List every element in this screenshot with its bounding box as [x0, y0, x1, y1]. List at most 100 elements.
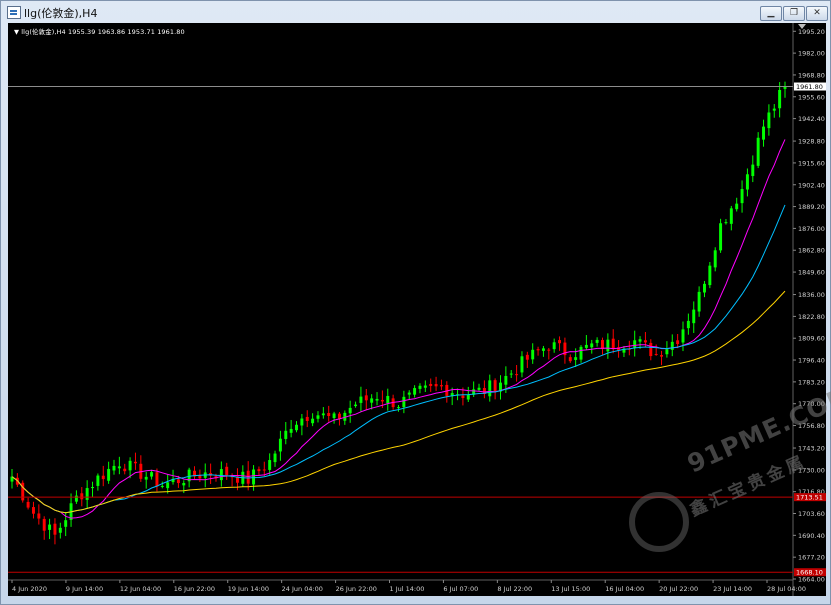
chart-info-line: ▼ llg(伦敦金),H4 1955.39 1963.86 1953.71 19…: [14, 26, 185, 36]
price-tick-label: 1796.40: [798, 357, 825, 365]
candle-bull: [531, 349, 535, 360]
candle-bull: [278, 438, 282, 452]
candle-bull: [268, 460, 272, 470]
moving-average-line: [11, 204, 786, 514]
candle-bull: [252, 469, 256, 485]
close-button[interactable]: ✕: [806, 6, 828, 21]
candle-bull: [418, 385, 422, 389]
candle-bear: [380, 399, 384, 402]
candle-bull: [670, 341, 674, 350]
time-tick-label: 16 Jun 22:00: [174, 585, 215, 593]
candle-bull: [316, 415, 320, 419]
candle-bull: [166, 482, 170, 489]
time-tick-label: 26 Jun 22:00: [336, 585, 377, 593]
candle-bear: [42, 518, 46, 531]
candle-bear: [31, 507, 35, 514]
candle-bull: [423, 385, 427, 388]
candle-bull: [300, 418, 304, 426]
candle-bull: [735, 203, 739, 210]
price-tick-label: 1849.60: [798, 269, 825, 277]
time-tick-label: 1 Jul 14:00: [390, 585, 425, 593]
candle-bear: [611, 338, 615, 350]
candle-bull: [745, 174, 749, 190]
candle-bull: [590, 343, 594, 348]
price-chart[interactable]: 1995.20 1982.00 1968.80 1955.60 1942.40 1928.…: [8, 23, 826, 596]
candle-bear: [262, 469, 266, 471]
candle-bear: [493, 380, 497, 392]
price-tick-label: 1982.00: [798, 50, 825, 58]
current-price-label: 1961.80: [796, 83, 823, 91]
price-tick-label: 1770.00: [798, 400, 825, 408]
candle-bear: [649, 342, 653, 357]
candle-bear: [568, 357, 572, 362]
chart-menu-triangle-icon[interactable]: ▼: [14, 28, 19, 36]
chart-shift-marker-icon[interactable]: [798, 24, 806, 29]
candle-bull: [58, 527, 62, 533]
level-price-label: 1668.10: [796, 569, 823, 577]
candle-bull: [504, 375, 508, 385]
price-tick-label: 1809.60: [798, 335, 825, 343]
candle-bull: [273, 453, 277, 463]
time-tick-label: 24 Jun 04:00: [282, 585, 323, 593]
minimize-button[interactable]: ▁: [760, 6, 782, 21]
candle-bull: [520, 356, 524, 373]
candle-bear: [246, 470, 250, 484]
candle-bull: [477, 387, 481, 390]
candle-bull: [708, 265, 712, 286]
candle-bull: [713, 250, 717, 268]
candle-bull: [407, 392, 411, 395]
candle-bull: [219, 469, 223, 481]
candle-bull: [117, 466, 121, 469]
candle-bull: [466, 394, 470, 400]
candle-bull: [665, 349, 669, 355]
candle-bull: [375, 398, 379, 401]
candle-bear: [337, 413, 341, 419]
time-tick-label: 19 Jun 14:00: [228, 585, 269, 593]
candle-bear: [515, 374, 519, 376]
candle-bear: [176, 479, 180, 484]
time-tick-label: 8 Jul 22:00: [497, 585, 532, 593]
candle-bull: [584, 344, 588, 348]
chart-window-icon: [7, 6, 21, 19]
price-tick-label: 1862.80: [798, 247, 825, 255]
window-title: llg(伦敦金),H4: [24, 7, 98, 20]
candle-bear: [133, 461, 137, 464]
candle-bull: [574, 357, 578, 360]
candle-bear: [53, 523, 57, 535]
title-bar[interactable]: llg(伦敦金),H4 ▁ ❐ ✕: [1, 1, 830, 23]
price-tick-label: 1915.60: [798, 159, 825, 167]
candle-bull: [719, 223, 723, 251]
time-tick-label: 23 Jul 14:00: [713, 585, 752, 593]
candle-bull: [284, 430, 288, 439]
price-tick-label: 1703.60: [798, 510, 825, 518]
candle-bull: [579, 346, 583, 360]
candle-bear: [257, 469, 261, 472]
chart-canvas[interactable]: 1995.201982.001968.801955.601942.401928.…: [8, 23, 826, 596]
candle-bull: [703, 283, 706, 293]
candle-bull: [606, 339, 610, 352]
time-tick-label: 13 Jul 15:00: [551, 585, 590, 593]
candle-bull: [402, 396, 406, 408]
candle-bull: [692, 309, 696, 324]
candle-bull: [488, 380, 492, 397]
candle-bull: [128, 460, 132, 471]
price-tick-label: 1928.80: [798, 138, 825, 146]
candle-bear: [429, 383, 433, 386]
time-tick-label: 28 Jul 04:00: [767, 585, 806, 593]
candle-bull: [552, 342, 556, 350]
price-tick-label: 1783.20: [798, 378, 825, 386]
candle-bear: [536, 349, 540, 351]
candle-bull: [633, 340, 637, 348]
chart-ohlc-text: 1955.39 1963.86 1953.71 1961.80: [67, 28, 185, 36]
candle-bull: [772, 108, 776, 111]
restore-button[interactable]: ❐: [783, 6, 805, 21]
candle-bull: [386, 395, 390, 404]
candle-bull: [762, 126, 766, 140]
candle-bull: [359, 396, 363, 403]
price-tick-label: 1677.20: [798, 554, 825, 562]
terminal-window: llg(伦敦金),H4 ▁ ❐ ✕ 1995.20 1982.00 1968.80 1…: [0, 0, 831, 605]
candle-bull: [686, 320, 690, 329]
candle-bull: [295, 424, 298, 431]
candle-bear: [643, 340, 647, 343]
time-tick-label: 20 Jul 22:00: [659, 585, 698, 593]
